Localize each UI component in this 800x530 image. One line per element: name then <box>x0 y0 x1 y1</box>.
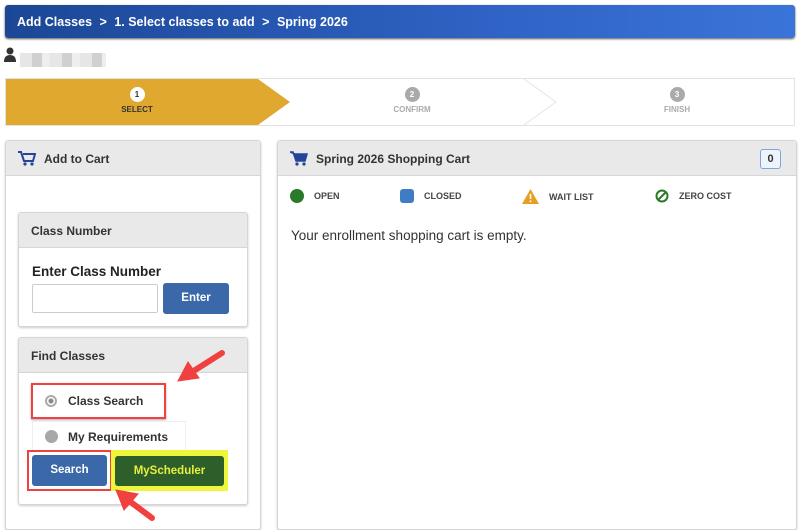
find-classes-title: Find Classes <box>19 338 247 373</box>
warning-triangle-icon <box>522 189 539 204</box>
step-number: 1 <box>129 87 145 102</box>
step-label: FINISH <box>663 105 691 114</box>
zero-cost-icon <box>655 189 669 203</box>
breadcrumb-select[interactable]: 1. Select classes to add <box>114 15 254 29</box>
step-finish: 3 FINISH <box>561 79 793 125</box>
add-to-cart-header: Add to Cart <box>6 141 260 176</box>
step-confirm: 2 CONFIRM <box>296 79 528 125</box>
step-number: 2 <box>404 87 420 102</box>
chevron-right-icon: > <box>99 15 107 29</box>
panel-title: Add to Cart <box>44 152 110 166</box>
class-number-input[interactable] <box>32 284 158 313</box>
user-icon <box>4 47 16 62</box>
search-button[interactable]: Search <box>32 455 107 486</box>
open-circle-icon <box>290 189 304 203</box>
cart-icon <box>290 151 308 166</box>
radio-selected-icon[interactable] <box>45 395 57 407</box>
step-number: 3 <box>669 87 685 102</box>
legend-label: CLOSED <box>424 191 462 201</box>
enter-class-number-label: Enter Class Number <box>32 264 162 279</box>
myscheduler-button[interactable]: MyScheduler <box>115 456 224 486</box>
breadcrumb-term: Spring 2026 <box>276 15 348 29</box>
legend-label: ZERO COST <box>679 191 732 201</box>
cart-count-badge: 0 <box>760 149 781 169</box>
user-name-redacted <box>20 53 106 67</box>
legend-zero-cost: ZERO COST <box>655 189 732 203</box>
legend-label: WAIT LIST <box>549 191 594 202</box>
class-number-title: Class Number <box>19 213 247 248</box>
chevron-right-icon: > <box>262 15 270 29</box>
step-label: SELECT <box>121 105 153 114</box>
class-search-option[interactable]: Class Search <box>31 383 166 419</box>
enter-button[interactable]: Enter <box>163 283 229 314</box>
option-label: Class Search <box>68 394 144 408</box>
shopping-cart-header: Spring 2026 Shopping Cart 0 <box>278 141 796 176</box>
step-select: 1 SELECT <box>6 79 268 125</box>
breadcrumb-add-classes[interactable]: Add Classes <box>17 15 92 29</box>
closed-square-icon <box>400 189 414 203</box>
cart-plus-icon <box>18 151 36 166</box>
empty-cart-message: Your enrollment shopping cart is empty. <box>291 228 527 243</box>
legend-wait-list: WAIT LIST <box>522 189 594 204</box>
radio-unselected-icon[interactable] <box>45 430 58 443</box>
step-label: CONFIRM <box>393 105 431 114</box>
legend-open: OPEN <box>290 189 340 203</box>
legend-closed: CLOSED <box>400 189 462 203</box>
progress-steps: 1 SELECT 2 CONFIRM 3 FINISH <box>5 78 795 126</box>
option-label: My Requirements <box>68 430 169 444</box>
cart-title: Spring 2026 Shopping Cart <box>316 152 471 166</box>
legend-label: OPEN <box>314 191 340 201</box>
breadcrumb: Add Classes > 1. Select classes to add >… <box>5 5 795 38</box>
my-requirements-option[interactable]: My Requirements <box>32 421 186 451</box>
